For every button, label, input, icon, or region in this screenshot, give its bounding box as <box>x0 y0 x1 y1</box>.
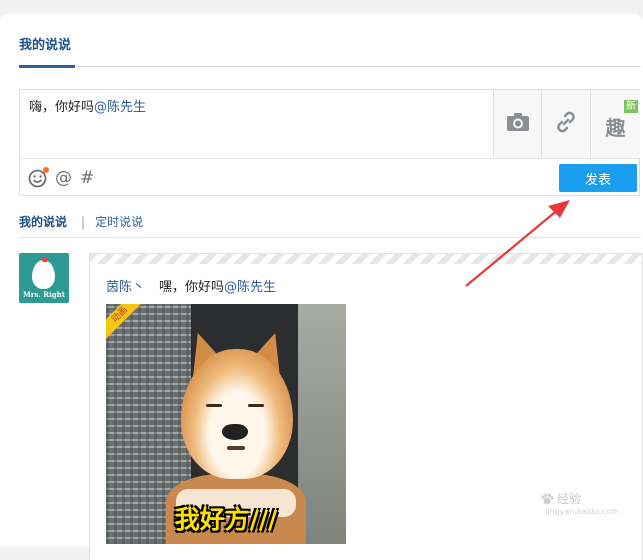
avatar-bow-graphic <box>42 257 48 262</box>
composer-mention: @陈先生 <box>94 100 147 115</box>
main-panel: 我的说说 嗨，你好吗@陈先生 趣 新 @ # 发表 我的说说 | 定时说说 Mr… <box>0 14 643 560</box>
paw-icon <box>541 492 554 504</box>
post-mention[interactable]: @陈先生 <box>224 280 276 295</box>
avatar[interactable]: Mrs. Right <box>19 253 69 303</box>
link-icon <box>554 110 578 138</box>
subtab-scheduled-posts[interactable]: 定时说说 <box>95 213 143 230</box>
at-icon[interactable]: @ <box>55 168 72 188</box>
image-caption: 我好方/// <box>174 505 278 534</box>
new-badge: 新 <box>624 100 638 113</box>
camera-button[interactable] <box>493 90 541 158</box>
dog-eye-left <box>206 404 222 407</box>
post-text-body: 嘿，你好吗 <box>159 280 225 295</box>
hashtag-icon[interactable]: # <box>80 168 94 188</box>
post-text: 嘿，你好吗@陈先生 <box>159 276 276 295</box>
watermark-text: 经验 <box>557 492 582 506</box>
composer-divider <box>20 158 639 159</box>
post-content-line: 茵陈丶 嘿，你好吗@陈先生 <box>106 276 276 295</box>
emoji-notify-dot <box>43 166 49 173</box>
avatar-text: Mrs. Right <box>23 290 65 299</box>
tab-active-underline <box>19 65 75 68</box>
post-card-stripes <box>90 254 642 264</box>
qu-button[interactable]: 趣 新 <box>590 90 640 158</box>
camera-icon <box>506 112 530 136</box>
watermark-subtext: jingyan.baidu.com <box>545 507 619 516</box>
subtab-my-posts[interactable]: 我的说说 <box>19 213 67 230</box>
composer-text: 嗨，你好吗 <box>29 100 95 115</box>
subtabs: 我的说说 | 定时说说 <box>19 213 143 230</box>
dog-nose <box>222 424 248 440</box>
watermark: 经验 <box>540 490 581 507</box>
qu-icon: 趣 <box>605 115 626 140</box>
post-image[interactable]: 动画 我好方/// <box>106 304 346 544</box>
dog-head <box>181 349 293 479</box>
post-author[interactable]: 茵陈丶 <box>106 276 145 295</box>
composer-bottom-tools: @ # <box>28 166 94 188</box>
subtab-separator: | <box>81 214 86 229</box>
avatar-egg-graphic <box>32 260 55 289</box>
tab-divider <box>19 66 641 67</box>
post-composer: 嗨，你好吗@陈先生 趣 新 @ # 发表 <box>19 89 640 196</box>
emoji-icon[interactable] <box>28 166 49 188</box>
dog-mouth <box>227 446 245 450</box>
link-button[interactable] <box>541 90 589 158</box>
composer-input[interactable]: 嗨，你好吗@陈先生 <box>29 96 146 115</box>
publish-button[interactable]: 发表 <box>559 164 637 192</box>
subtabs-divider <box>19 237 641 238</box>
dog-eye-right <box>248 404 264 407</box>
tab-my-posts[interactable]: 我的说说 <box>19 34 71 53</box>
